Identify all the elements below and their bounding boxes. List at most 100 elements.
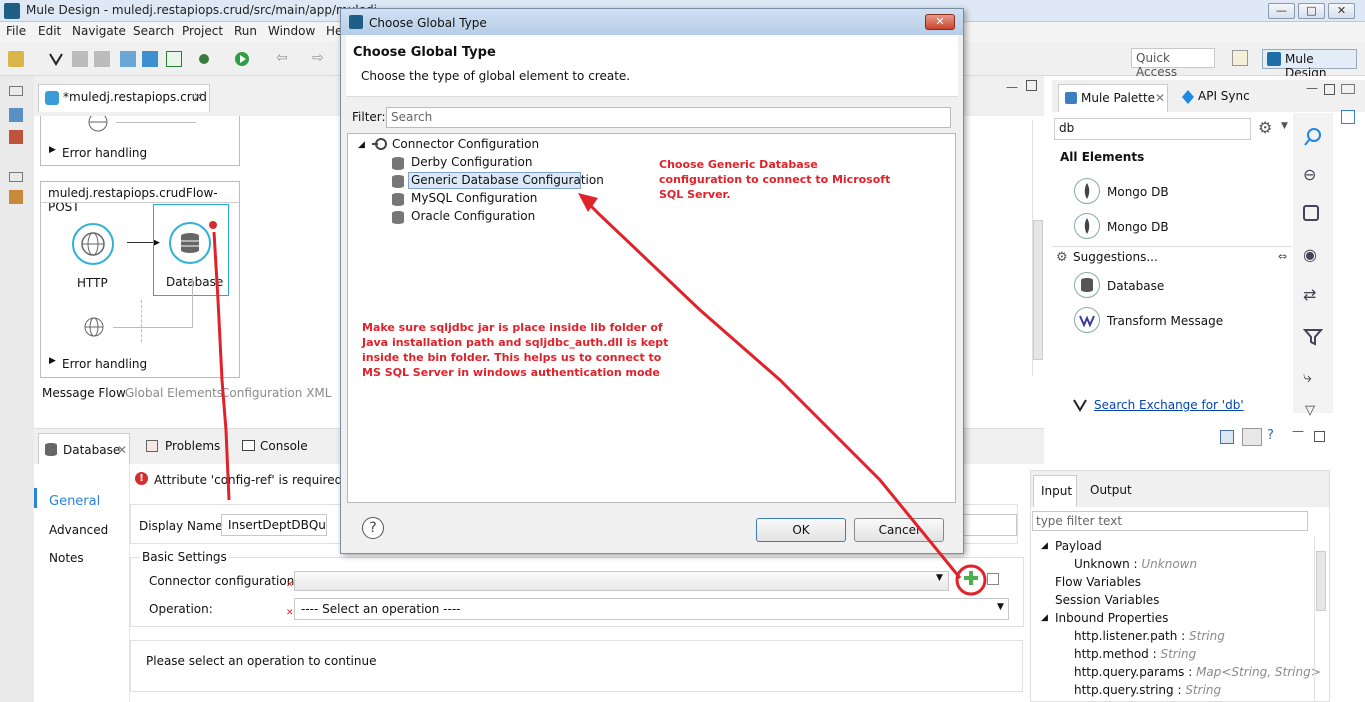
metadata-scroll-thumb[interactable] [1316,551,1326,611]
display-name-input[interactable]: InsertDeptDBQuery [221,514,327,536]
component-icon[interactable]: ◉ [1303,245,1317,264]
filter-input[interactable]: Search [386,107,951,128]
tree-payload[interactable]: Payload [1055,539,1102,553]
palette-item-transform-message[interactable]: Transform Message [1107,314,1223,328]
expand-arrow-icon[interactable]: ▶ [49,145,56,155]
chevron-down-icon[interactable]: ▼ [936,573,943,583]
metadata-filter-input[interactable]: type filter text [1032,511,1308,531]
forward-icon[interactable]: ⇨ [312,51,328,67]
tree-derby-configuration[interactable]: Derby Configuration [411,155,532,169]
metadata-scrollbar[interactable] [1314,537,1326,701]
expand-connector-icon[interactable]: ◢ [358,140,365,150]
dialog-close-button[interactable]: ✕ [925,14,955,30]
run-icon[interactable] [234,51,250,67]
tree-session-variables[interactable]: Session Variables [1055,593,1159,607]
tab-message-flow[interactable]: Message Flow [42,386,126,400]
save-icon[interactable] [72,51,88,67]
maximize-button[interactable]: □ [1298,3,1325,19]
tree-generic-database-configuration[interactable]: Generic Database Configuration [411,173,604,187]
search-exchange-link[interactable]: Search Exchange for 'db' [1094,398,1244,412]
error-handling-icon[interactable]: ▽ [1305,403,1315,418]
menu-file[interactable]: File [6,24,26,38]
palette-item-database[interactable]: Database [1107,279,1164,293]
help-icon[interactable]: ? [1267,428,1274,443]
ok-button[interactable]: OK [756,518,846,542]
mule-icon[interactable] [48,51,64,67]
mule-explorer-icon[interactable] [9,130,23,144]
tree-query-string[interactable]: http.query.string : String [1074,683,1221,697]
collapse-arrows-icon[interactable]: ⇔ [1278,250,1287,263]
filter-icon[interactable] [1303,327,1323,347]
tree-inbound-properties[interactable]: Inbound Properties [1055,611,1168,625]
nav-general[interactable]: General [49,494,100,509]
outline-icon[interactable] [9,190,23,204]
close-palette-icon[interactable]: ✕ [1155,91,1165,105]
minimize-bottom-icon[interactable]: — [1292,424,1304,438]
editor-scrollbar[interactable] [1032,120,1043,376]
close-tab-icon[interactable]: ✕ [193,90,203,104]
menu-window[interactable]: Window [268,24,315,38]
nav-notes[interactable]: Notes [49,551,84,565]
tree-unknown[interactable]: Unknown : Unknown [1074,557,1197,571]
editor-tab-crud[interactable]: *muledj.restapiops.crud ✕ [38,84,210,112]
scope-icon[interactable] [1303,205,1319,221]
add-config-icon[interactable] [963,570,979,586]
maximize-bottom-icon[interactable] [1314,431,1325,442]
open-perspective-icon[interactable] [1232,50,1248,66]
maximize-palette-icon[interactable] [1324,84,1335,95]
tab-api-sync[interactable]: API Sync [1198,89,1250,103]
editor-scroll-thumb[interactable] [1033,220,1043,360]
tab-input[interactable]: Input [1033,475,1077,507]
quick-access-input[interactable]: Quick Access [1131,48,1215,79]
tab-configuration-xml[interactable]: Configuration XML [221,386,331,400]
tab-output[interactable]: Output [1090,483,1132,497]
save-metadata-icon[interactable] [1220,430,1234,444]
tree-mysql-configuration[interactable]: MySQL Configuration [411,191,537,205]
palette-search-input[interactable]: db [1054,118,1251,140]
palette-item-mongo-1[interactable]: Mongo DB [1107,185,1169,199]
debug-icon[interactable] [196,51,212,67]
save-all-icon[interactable] [94,51,110,67]
connector-configuration-select[interactable] [294,571,949,591]
tab-database-properties[interactable]: Database ✕ [38,433,130,465]
close-database-tab-icon[interactable]: ✕ [117,443,127,457]
tab-global-elements[interactable]: Global Elements [125,386,223,400]
tree-listener-path[interactable]: http.listener.path : String [1074,629,1225,643]
transformer-icon[interactable]: ⇄ [1303,285,1316,304]
tree-query-params[interactable]: http.query.params : Map<String, String> [1074,665,1321,679]
menu-search[interactable]: Search [133,24,174,38]
expand-arrow-icon-2[interactable]: ▶ [49,356,56,366]
chevron-down-icon-2[interactable]: ▼ [997,602,1004,612]
properties-view-icon[interactable] [1341,110,1355,124]
close-window-button[interactable]: ✕ [1328,3,1355,19]
tab-console[interactable]: Console [260,439,308,453]
minimize-palette-icon[interactable]: — [1306,81,1318,95]
minimize-button[interactable]: — [1268,3,1295,19]
menu-project[interactable]: Project [182,24,223,38]
minimize-editor-icon[interactable]: — [1006,80,1018,94]
dialog-help-icon[interactable]: ? [362,517,384,539]
connector-icon[interactable]: ⊖ [1303,165,1316,184]
database-node[interactable]: Database [153,204,229,296]
nav-advanced[interactable]: Advanced [49,523,108,537]
menu-edit[interactable]: Edit [38,24,61,38]
new-icon[interactable] [8,51,24,67]
import-icon[interactable] [120,51,136,67]
perspective-mule-design-button[interactable]: Mule Design [1262,49,1357,80]
flow-control-icon[interactable]: ⤷ [1303,367,1312,387]
chevron-down-icon[interactable]: ▼ [1281,121,1288,131]
tree-method[interactable]: http.method : String [1074,647,1196,661]
expand-payload-icon[interactable]: ◢ [1041,541,1048,551]
tab-problems[interactable]: Problems [165,439,220,453]
cancel-button[interactable]: Cancel [854,518,944,542]
search-icon[interactable] [1303,127,1323,147]
restore-icon[interactable] [9,86,23,96]
package-explorer-icon[interactable] [9,108,23,122]
maximize-editor-icon[interactable] [1026,80,1037,91]
error-handling-label-2[interactable]: Error handling [62,357,147,371]
tree-view-icon[interactable] [1242,428,1262,446]
gear-icon[interactable]: ⚙ [1258,118,1272,137]
http-listener-node[interactable] [69,220,117,268]
deploy-icon[interactable] [142,51,158,67]
tree-connector-configuration[interactable]: Connector Configuration [392,137,539,151]
